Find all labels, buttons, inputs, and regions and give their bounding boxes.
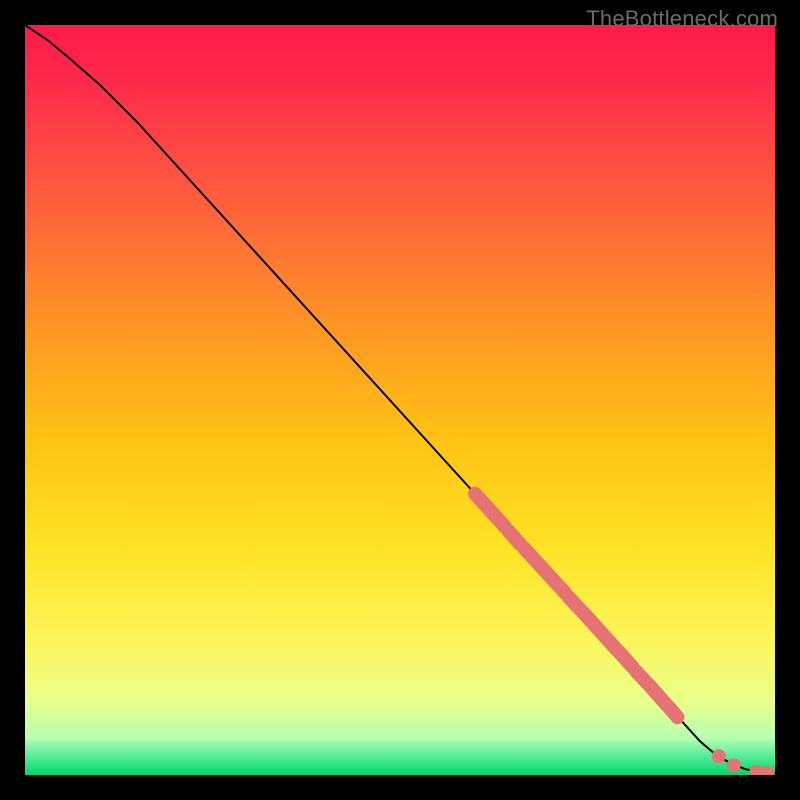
gradient-background: [25, 25, 775, 775]
highlight-segment: [669, 707, 678, 718]
chart-svg: [25, 25, 775, 775]
highlight-segment: [509, 531, 520, 544]
plot-area: [25, 25, 775, 775]
highlight-segment: [620, 653, 633, 667]
highlight-dot: [712, 749, 726, 763]
highlight-dot: [727, 758, 741, 772]
chart-container: TheBottleneck.com: [0, 0, 800, 800]
watermark-text: TheBottleneck.com: [586, 6, 778, 32]
